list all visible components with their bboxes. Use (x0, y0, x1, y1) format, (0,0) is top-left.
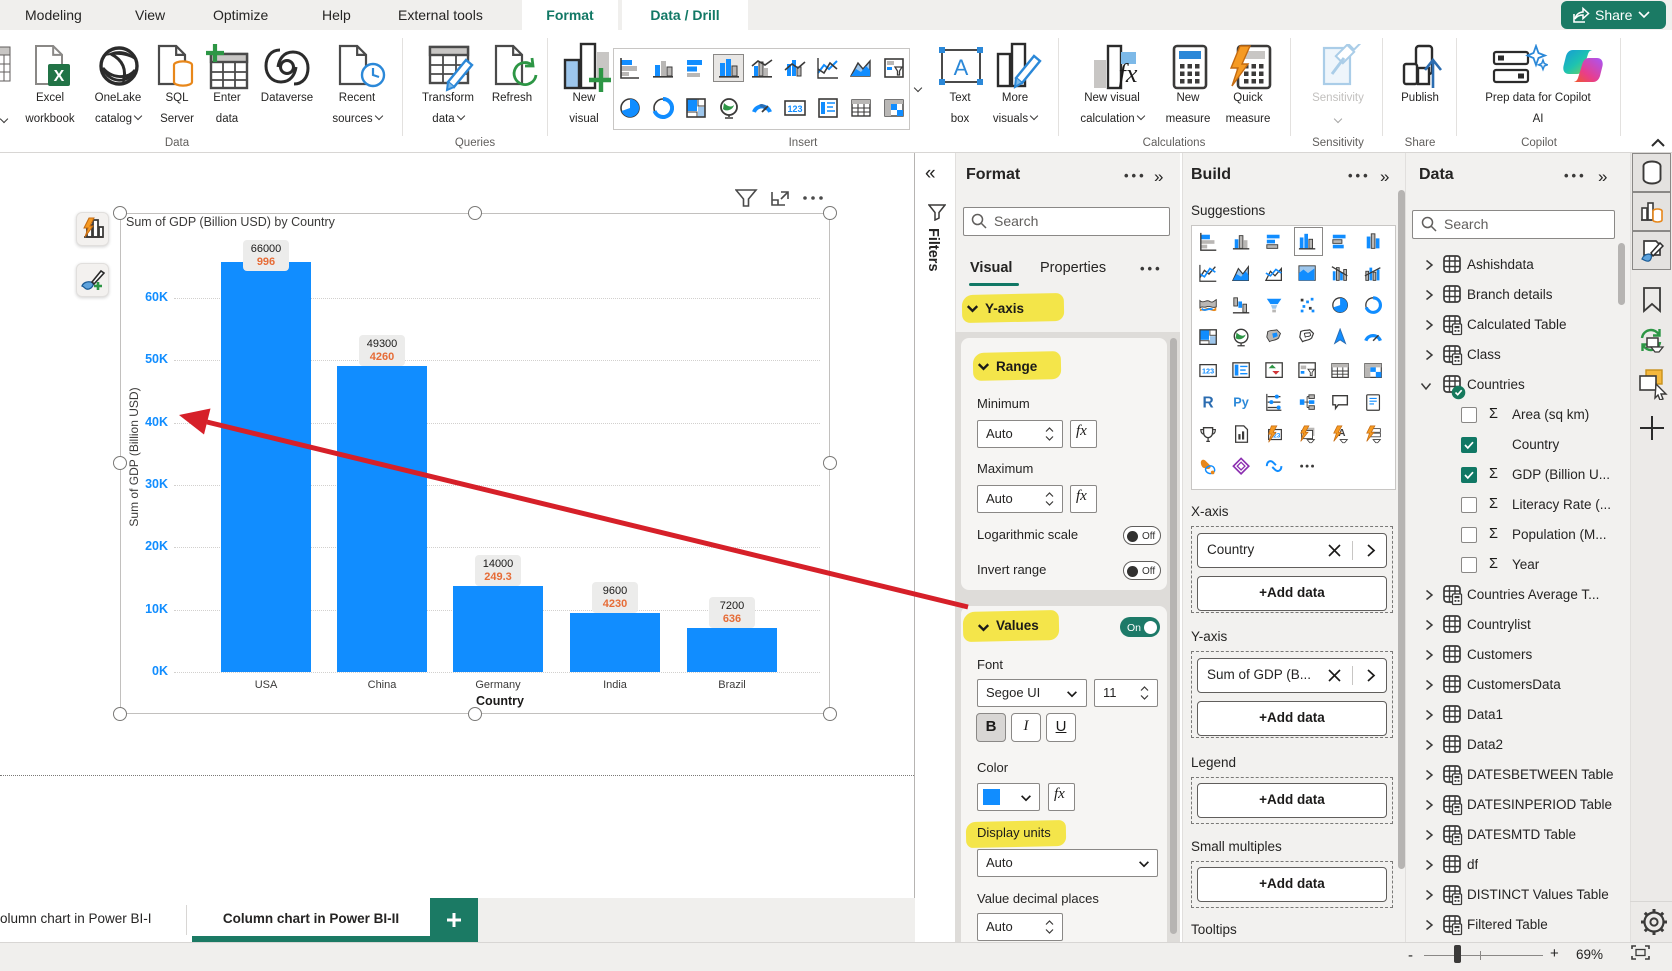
svg-text:fx: fx (1119, 59, 1138, 88)
svg-text:123: 123 (787, 104, 802, 114)
svg-text:A: A (954, 55, 969, 80)
svg-text:R: R (1203, 395, 1214, 412)
svg-text:123: 123 (1202, 367, 1214, 376)
svg-text:Py: Py (1233, 395, 1249, 410)
svg-text:X: X (54, 68, 65, 85)
